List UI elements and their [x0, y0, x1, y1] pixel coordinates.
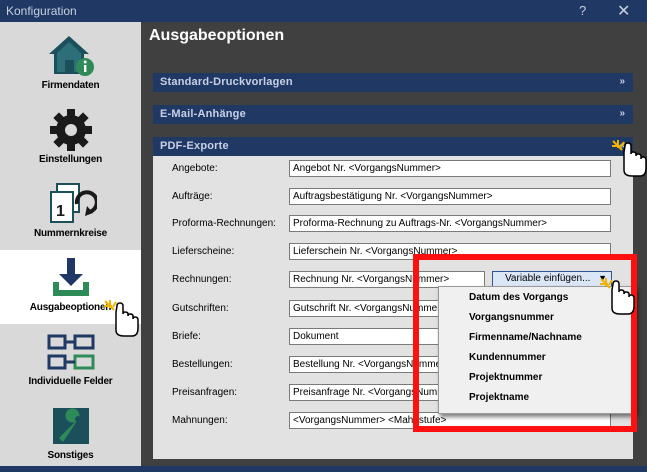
- window-title: Konfiguration: [6, 4, 77, 18]
- insert-variable-button[interactable]: Variable einfügen... ▼: [492, 271, 612, 287]
- document-number-icon: 1: [50, 183, 97, 223]
- sidebar-item-einstellungen[interactable]: Einstellungen: [0, 102, 141, 176]
- label-angebote: Angebote:: [172, 163, 218, 174]
- label-preisanfragen: Preisanfragen:: [172, 387, 238, 398]
- title-bar: Konfiguration ? ✕: [0, 0, 647, 22]
- hand-cursor-icon: [104, 300, 139, 337]
- hand-cursor-icon: [612, 140, 647, 177]
- sidebar-item-firmendaten[interactable]: Firmendaten: [0, 28, 141, 102]
- fields-icon: [47, 334, 95, 370]
- auftraege-field[interactable]: Auftragsbestätigung Nr. <VorgangsNummer>: [289, 188, 611, 205]
- gear-icon: [50, 109, 92, 151]
- proforma-rechnungen-field[interactable]: Proforma-Rechnung zu Auftrags-Nr. <Vorga…: [289, 215, 611, 232]
- section-title: PDF-Exporte: [160, 140, 229, 152]
- menu-item-datum[interactable]: Datum des Vorgangs: [469, 292, 568, 303]
- sidebar-item-label: Firmendaten: [41, 80, 100, 91]
- download-icon: [53, 258, 89, 296]
- section-pdf-exporte[interactable]: PDF-Exporte «: [153, 137, 633, 156]
- label-auftraege: Aufträge:: [172, 191, 213, 202]
- sidebar-item-label: Einstellungen: [39, 154, 102, 165]
- lieferscheine-field[interactable]: Lieferschein Nr. <VorgangsNummer>: [289, 243, 611, 260]
- label-lieferscheine: Lieferscheine:: [172, 246, 235, 257]
- svg-text:1: 1: [56, 203, 65, 220]
- label-bestellungen: Bestellungen:: [172, 359, 233, 370]
- sidebar-item-sonstiges[interactable]: Sonstiges: [0, 398, 141, 472]
- menu-item-vorgangsnummer[interactable]: Vorgangsnummer: [469, 312, 554, 323]
- sidebar-item-label: Individuelle Felder: [28, 376, 113, 387]
- sidebar: Firmendaten Einstellungen 1 Nummernkreis…: [0, 22, 141, 466]
- help-button[interactable]: ?: [579, 3, 586, 18]
- menu-item-firmenname[interactable]: Firmenname/Nachname: [469, 332, 582, 343]
- label-proforma-rechnungen: Proforma-Rechnungen:: [172, 218, 276, 229]
- section-title: E-Mail-Anhänge: [160, 108, 246, 120]
- chevron-down-icon[interactable]: »: [619, 76, 625, 87]
- sidebar-item-nummernkreise[interactable]: 1 Nummernkreise: [0, 176, 141, 250]
- wrench-icon: [53, 408, 89, 444]
- mahnungen-field[interactable]: <VorgangsNummer> <Mahnstufe>: [289, 412, 611, 429]
- page-title: Ausgabeoptionen: [149, 27, 285, 44]
- sidebar-item-label: Sonstiges: [47, 450, 94, 461]
- label-briefe: Briefe:: [172, 331, 201, 342]
- menu-item-projektnummer[interactable]: Projektnummer: [469, 372, 542, 383]
- label-mahnungen: Mahnungen:: [172, 415, 228, 426]
- hand-cursor-icon: [600, 278, 635, 315]
- section-email-anhaenge[interactable]: E-Mail-Anhänge »: [153, 105, 633, 124]
- chevron-down-icon[interactable]: »: [619, 108, 625, 119]
- label-gutschriften: Gutschriften:: [172, 303, 229, 314]
- section-standard-druckvorlagen[interactable]: Standard-Druckvorlagen »: [153, 73, 633, 92]
- close-button[interactable]: ✕: [617, 1, 630, 21]
- menu-item-projektname[interactable]: Projektname: [469, 392, 529, 403]
- label-rechnungen: Rechnungen:: [172, 274, 232, 285]
- insert-variable-label: Variable einfügen...: [505, 273, 591, 284]
- sidebar-item-label: Nummernkreise: [34, 228, 107, 239]
- angebote-field[interactable]: Angebot Nr. <VorgangsNummer>: [289, 160, 611, 177]
- section-title: Standard-Druckvorlagen: [160, 76, 293, 88]
- menu-item-kundennummer[interactable]: Kundennummer: [469, 352, 546, 363]
- home-info-icon: [49, 36, 94, 76]
